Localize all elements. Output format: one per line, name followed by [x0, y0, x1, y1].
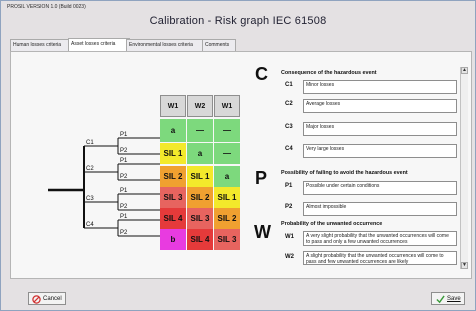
tree-label-p: P1 — [120, 158, 128, 164]
description-c4[interactable]: Very large losses — [303, 144, 457, 158]
scroll-down-icon[interactable]: ▼ — [461, 262, 468, 269]
save-button[interactable]: Save — [431, 292, 465, 305]
code-w1: W1 — [285, 234, 294, 240]
matrix-cell: SIL 4 — [160, 208, 186, 229]
matrix-cell: SIL 1 — [214, 187, 240, 208]
matrix-cell: SIL 4 — [187, 229, 213, 250]
matrix-cell: — — [214, 119, 240, 142]
tree-label-p: P2 — [120, 204, 128, 210]
tree-label-p: P1 — [120, 132, 128, 138]
cancel-label: Cancel — [43, 296, 62, 302]
vertical-scrollbar[interactable]: ▲ ▼ — [460, 67, 468, 269]
window-title: Calibration - Risk graph IEC 61508 — [149, 15, 327, 27]
description-c3[interactable]: Major losses — [303, 122, 457, 136]
tree-label-p: P2 — [120, 148, 128, 154]
tree-label-c3: C3 — [86, 196, 94, 202]
tree-label-c2: C2 — [86, 166, 94, 172]
code-c3: C3 — [285, 124, 293, 130]
matrix-cell: a — [160, 119, 186, 142]
code-p2: P2 — [285, 204, 293, 210]
matrix-cell: SIL 3 — [187, 208, 213, 229]
matrix-cell: SIL 2 — [214, 208, 240, 229]
parameter-descriptions: C Consequence of the hazardous event C1 … — [246, 64, 470, 267]
param-letter-c: C — [255, 64, 268, 84]
tree-label-p: P2 — [120, 230, 128, 236]
matrix-header-w1: W1 — [160, 95, 186, 117]
code-c2: C2 — [285, 101, 293, 107]
consequence-header: Consequence of the hazardous event — [281, 70, 377, 76]
matrix-cell: — — [187, 119, 213, 142]
avoid-header: Possibility of failing to avoid the haza… — [281, 170, 408, 176]
cancel-icon — [32, 295, 41, 304]
risk-graph-tree: C1 C2 C3 C4 P1 P2 P1 P2 P1 P2 P1 P2 — [48, 132, 160, 237]
tree-label-p: P2 — [120, 174, 128, 180]
description-p2[interactable]: Almost impossible — [303, 202, 457, 216]
description-c2[interactable]: Average losses — [303, 99, 457, 113]
tree-label-p: P1 — [120, 188, 128, 194]
tab-environmental-losses[interactable]: Environmental losses criteria — [126, 39, 206, 51]
description-w1[interactable]: A very slight probability that the unwan… — [303, 231, 457, 246]
probability-header: Probability of the unwanted occurrence — [281, 221, 383, 227]
version-label: PROSIL VERSION 1.0 (Build 0023) — [7, 4, 86, 10]
matrix-cell: a — [187, 143, 213, 164]
param-letter-p: P — [255, 168, 268, 188]
tab-human-losses[interactable]: Human losses criteria — [10, 39, 71, 51]
tree-label-c4: C4 — [86, 222, 94, 228]
matrix-cell: SIL 2 — [160, 166, 186, 187]
param-letter-w: W — [254, 222, 271, 242]
description-p1[interactable]: Possible under certain conditions — [303, 181, 457, 195]
code-p1: P1 — [285, 183, 293, 189]
tab-comments[interactable]: Comments — [202, 39, 236, 51]
matrix-cell: SIL 3 — [214, 229, 240, 250]
matrix-cell: — — [214, 143, 240, 164]
code-c4: C4 — [285, 146, 293, 152]
description-w2[interactable]: A slight probability that the unwanted o… — [303, 251, 457, 265]
save-label: Save — [447, 296, 461, 302]
code-c1: C1 — [285, 82, 293, 88]
scroll-up-icon[interactable]: ▲ — [461, 67, 468, 74]
matrix-cell: SIL 1 — [187, 166, 213, 187]
tree-label-p: P1 — [120, 214, 128, 220]
matrix-cell: SIL 3 — [160, 187, 186, 208]
description-c1[interactable]: Minor losses — [303, 80, 457, 94]
checkmark-icon — [436, 295, 445, 304]
matrix-header-w1-second: W1 — [214, 95, 240, 117]
matrix-header-w2: W2 — [187, 95, 213, 117]
cancel-button[interactable]: Cancel — [28, 292, 66, 305]
code-w2: W2 — [285, 254, 294, 260]
tab-asset-losses[interactable]: Asset losses criteria — [68, 38, 130, 51]
matrix-cell: SIL 1 — [160, 143, 186, 164]
matrix-cell: b — [160, 229, 186, 250]
tree-label-c1: C1 — [86, 140, 94, 146]
matrix-cell: a — [214, 166, 240, 187]
matrix-cell: SIL 2 — [187, 187, 213, 208]
